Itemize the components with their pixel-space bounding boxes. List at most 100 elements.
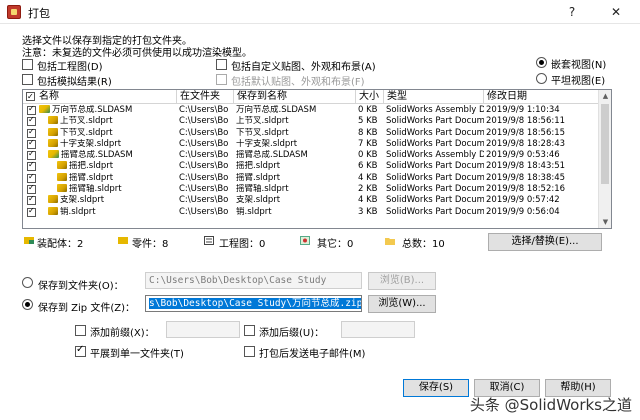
table-row[interactable]: 摇臂轴.sldprt C:\Users\Bo 摇臂轴.sldprt 2 KB Solid… (23, 183, 599, 195)
cell-size: 4 KB (356, 173, 384, 184)
cell-text: 2019/9/8 18:52:16 (486, 184, 566, 195)
row-checkbox[interactable] (27, 104, 36, 115)
row-checkbox[interactable] (27, 115, 36, 127)
add-prefix-checkbox[interactable] (75, 325, 86, 336)
help-icon[interactable]: ? (560, 4, 584, 20)
header-name[interactable]: 名称 (23, 90, 177, 104)
cell-folder: C:\Users\Bo (177, 128, 234, 139)
cell-date: 2019/9/8 18:56:15 (484, 128, 599, 139)
cell-text: 2019/9/8 18:43:51 (486, 161, 566, 172)
zip-path-input[interactable]: s\Bob\Desktop\Case Study\万向节总成.zip (145, 295, 362, 312)
save-to-zip-radio[interactable] (22, 299, 33, 310)
cell-folder: C:\Users\Bo (177, 184, 234, 195)
include-drawings-label: 包括工程图(D) (37, 62, 103, 73)
save-to-zip-label: 保存到 Zip 文件(Z)： (38, 303, 135, 314)
other-count: 其它：0 (317, 239, 354, 250)
cell-text: 下节叉.sldprt (60, 127, 113, 138)
header-size[interactable]: 大小 (356, 90, 384, 104)
prefix-input[interactable] (166, 321, 240, 338)
table-header: 名称 在文件夹 保存到名称 大小 类型 修改日期 (23, 90, 599, 104)
cell-name: 上节叉.sldprt (37, 116, 177, 127)
cell-size: 0 KB (356, 105, 384, 116)
part-icon (57, 184, 67, 193)
part-icon (48, 195, 58, 204)
table-row[interactable]: 摇臂总成.SLDASM C:\Users\Bo 摇臂总成.SLDASM 0 KB Sol… (23, 149, 599, 161)
close-icon[interactable]: ✕ (604, 4, 628, 20)
select-all-checkbox[interactable] (26, 90, 35, 103)
cell-text: 摇臂总成.SLDASM (61, 150, 133, 161)
cell-type: SolidWorks Part Docum (384, 161, 484, 172)
select-replace-button[interactable]: 选择/替换(E)... (488, 233, 602, 251)
cell-save-name: 十字支架.sldprt (234, 139, 356, 150)
nested-view-radio[interactable] (536, 57, 547, 68)
table-row[interactable]: 摇臂.sldprt C:\Users\Bo 摇臂.sldprt 4 KB SolidWo… (23, 172, 599, 184)
cell-text: 摇臂轴.sldprt (69, 184, 122, 195)
cell-type: SolidWorks Part Docum (384, 195, 484, 206)
save-to-folder-label: 保存到文件夹(O)： (38, 281, 124, 292)
include-default-label: 包括默认贴图、外观和布景(F) (231, 77, 365, 88)
table-row[interactable]: 下节叉.sldprt C:\Users\Bo 下节叉.sldprt 8 KB Solid… (23, 127, 599, 139)
scroll-down-icon[interactable]: ▼ (599, 216, 611, 228)
cell-date: 2019/9/8 18:28:43 (484, 139, 599, 150)
cell-text: 上节叉.sldprt (60, 116, 113, 127)
cell-name: 摇把.sldprt (37, 161, 177, 172)
include-sim-checkbox[interactable] (22, 74, 33, 85)
table-row[interactable]: 十字支架.sldprt C:\Users\Bo 十字支架.sldprt 7 KB Sol… (23, 138, 599, 150)
include-drawings-checkbox[interactable] (22, 59, 33, 70)
header-folder[interactable]: 在文件夹 (177, 90, 234, 104)
cell-text: 支架.sldprt (60, 195, 105, 206)
add-suffix-checkbox[interactable] (244, 325, 255, 336)
cell-save-name: 支架.sldprt (234, 195, 356, 206)
email-label: 打包后发送电子邮件(M) (259, 349, 366, 360)
flatten-checkbox[interactable] (75, 344, 86, 357)
cell-type: SolidWorks Part Docum (384, 139, 484, 150)
browse-folder-button[interactable]: 浏览(B)... (368, 272, 436, 290)
table-row[interactable]: 摇把.sldprt C:\Users\Bo 摇把.sldprt 6 KB SolidWo… (23, 160, 599, 172)
flat-view-label: 平坦视图(E) (551, 76, 606, 87)
folder-path-input[interactable]: C:\Users\Bob\Desktop\Case Study (145, 272, 362, 289)
table-row[interactable]: 销.sldprt C:\Users\Bo 销.sldprt 3 KB SolidWork… (23, 206, 599, 218)
cell-folder: C:\Users\Bo (177, 207, 234, 218)
row-checkbox[interactable] (27, 138, 36, 149)
cell-text: SolidWorks Part Docum (386, 195, 484, 206)
cell-date: 2019/9/9 1:10:34 (484, 105, 599, 116)
table-row[interactable]: 上节叉.sldprt C:\Users\Bo 上节叉.sldprt 5 KB Solid… (23, 115, 599, 127)
cell-folder: C:\Users\Bo (177, 173, 234, 184)
drawing-count: 工程图：0 (219, 239, 266, 250)
table-row[interactable]: 万向节总成.SLDASM C:\Users\Bo 万向节总成.SLDASM 0 KB S… (23, 104, 599, 116)
save-to-folder-radio[interactable] (22, 277, 33, 288)
cell-text: SolidWorks Part Docum (386, 172, 484, 183)
row-checkbox[interactable] (27, 160, 36, 172)
email-checkbox[interactable] (244, 346, 255, 357)
suffix-input[interactable] (341, 321, 415, 338)
header-save-name[interactable]: 保存到名称 (234, 90, 356, 104)
cell-text: 销.sldprt (60, 206, 96, 217)
row-checkbox[interactable] (27, 194, 36, 206)
cell-text: 5 KB (358, 116, 378, 127)
save-button[interactable]: 保存(S) (403, 379, 469, 397)
table-vertical-scrollbar[interactable]: ▲ ▼ (598, 90, 611, 228)
header-type[interactable]: 类型 (384, 90, 484, 104)
browse-zip-button[interactable]: 浏览(W)... (368, 295, 436, 313)
row-checkbox[interactable] (27, 206, 36, 217)
assembly-count-icon (24, 237, 34, 244)
cell-date: 2019/9/8 18:52:16 (484, 184, 599, 195)
row-checkbox[interactable] (27, 183, 36, 195)
row-checkbox[interactable] (27, 172, 36, 183)
header-date[interactable]: 修改日期 (484, 90, 599, 104)
scrollbar-thumb[interactable] (601, 104, 609, 184)
hint-line-2: 注意：未复选的文件必须可供使用以成功渲染模型。 (22, 48, 252, 59)
cell-name: 摇臂.sldprt (37, 172, 177, 184)
table-row[interactable]: 支架.sldprt C:\Users\Bo 支架.sldprt 4 KB SolidWo… (23, 194, 599, 206)
cell-date: 2019/9/9 0:53:46 (484, 150, 599, 161)
include-default-checkbox[interactable] (216, 74, 227, 85)
cell-text: 摇臂.sldprt (236, 172, 281, 183)
cell-name: 下节叉.sldprt (37, 127, 177, 139)
include-custom-checkbox[interactable] (216, 59, 227, 70)
flat-view-radio[interactable] (536, 73, 547, 84)
row-checkbox[interactable] (27, 149, 36, 161)
file-table[interactable]: 名称 在文件夹 保存到名称 大小 类型 修改日期 万向节总成.SLDASM C:\… (22, 89, 612, 229)
scroll-up-icon[interactable]: ▲ (599, 90, 611, 102)
cell-type: SolidWorks Assembly D (384, 150, 484, 161)
row-checkbox[interactable] (27, 127, 36, 138)
